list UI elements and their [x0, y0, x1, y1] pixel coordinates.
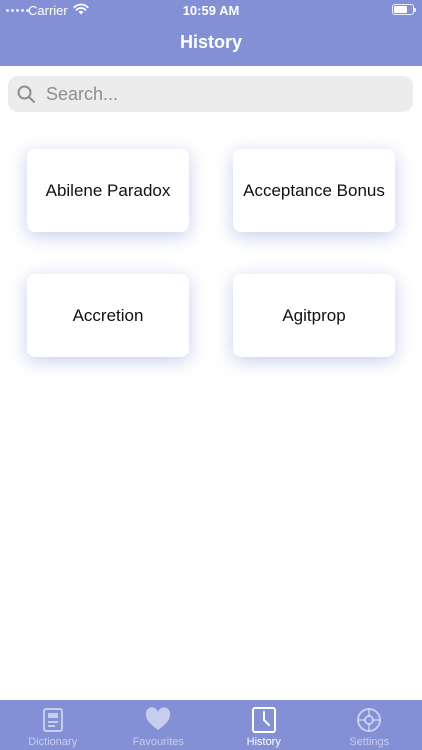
history-card-acceptance-bonus[interactable]: Acceptance Bonus	[233, 149, 395, 232]
search-input[interactable]	[46, 76, 396, 112]
battery-icon	[392, 4, 416, 15]
history-card-accretion[interactable]: Accretion	[27, 274, 189, 357]
tab-favourites[interactable]: Favourites	[106, 700, 212, 750]
gear-icon	[357, 708, 382, 732]
history-card-abilene-paradox[interactable]: Abilene Paradox	[27, 149, 189, 232]
tab-settings[interactable]: Settings	[317, 700, 422, 750]
history-card-agitprop[interactable]: Agitprop	[233, 274, 395, 357]
tab-label: History	[246, 736, 281, 748]
tab-label: Dictionary	[28, 736, 78, 748]
tab-history[interactable]: History	[211, 700, 317, 750]
tab-label: Favourites	[132, 736, 184, 748]
header: Carrier 10:59 AM History	[0, 0, 422, 66]
search-bar[interactable]	[8, 76, 413, 112]
tab-label: Settings	[349, 736, 390, 748]
status-bar: Carrier 10:59 AM	[0, 0, 422, 22]
dictionary-icon	[42, 708, 63, 732]
clock-icon	[251, 707, 276, 733]
status-time: 10:59 AM	[182, 3, 240, 18]
tab-bar: Dictionary Favourites History Settings	[0, 700, 422, 750]
search-icon	[17, 85, 35, 103]
tab-dictionary[interactable]: Dictionary	[0, 700, 106, 750]
page-title: History	[179, 32, 242, 52]
heart-icon	[146, 707, 171, 730]
